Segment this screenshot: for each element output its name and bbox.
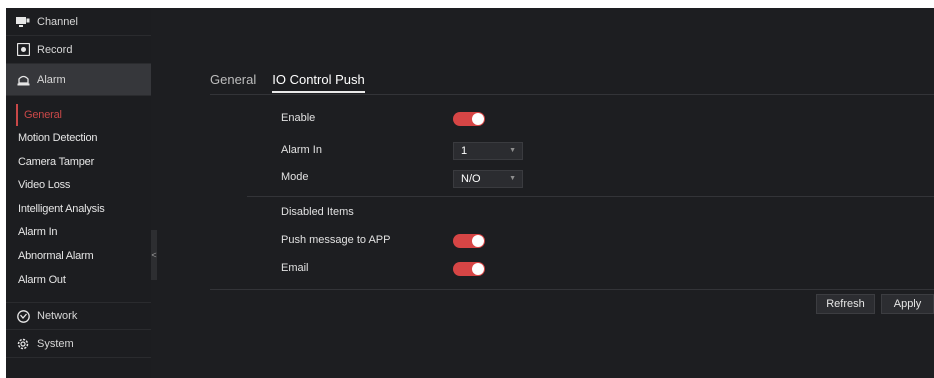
sidebar-item-label: Channel	[37, 15, 78, 28]
mode-label: Mode	[281, 171, 309, 183]
disabled-items-label: Disabled Items	[281, 206, 354, 218]
tab-bar: General IO Control Push	[210, 71, 365, 93]
sidebar-subitem-camera-tamper[interactable]: Camera Tamper	[18, 151, 151, 173]
sidebar-subitem-abnormal-alarm[interactable]: Abnormal Alarm	[18, 245, 151, 267]
alarm-in-value: 1	[461, 145, 468, 157]
network-icon	[15, 308, 31, 324]
footer-divider	[210, 289, 934, 290]
apply-button[interactable]: Apply	[881, 294, 934, 314]
sidebar-subitem-label: Camera Tamper	[18, 156, 95, 168]
sidebar-item-channel[interactable]: Channel	[6, 8, 151, 36]
tab-io-control-push[interactable]: IO Control Push	[272, 71, 365, 93]
sidebar-item-label: Alarm	[37, 73, 66, 86]
alarm-icon	[15, 72, 31, 88]
push-message-label: Push message to APP	[281, 234, 391, 246]
tab-divider	[210, 94, 934, 95]
sidebar-subitem-alarm-out[interactable]: Alarm Out	[18, 269, 151, 291]
email-toggle[interactable]	[453, 262, 485, 276]
section-divider	[247, 196, 934, 197]
chevron-left-icon: <	[151, 250, 157, 260]
sidebar-subitem-label: General	[24, 109, 62, 121]
alarm-in-select[interactable]: 1 ▼	[453, 142, 523, 160]
sidebar-item-label: Record	[37, 43, 73, 56]
tab-general[interactable]: General	[210, 71, 256, 93]
sidebar-subitem-label: Alarm Out	[18, 274, 66, 286]
sidebar-item-label: System	[37, 337, 74, 350]
sidebar-item-network[interactable]: Network	[6, 302, 151, 330]
chevron-down-icon: ▼	[509, 175, 516, 182]
sidebar-subitem-label: Abnormal Alarm	[18, 250, 94, 262]
main-panel: General IO Control Push Enable Alarm In …	[157, 8, 934, 378]
alarm-in-label: Alarm In	[281, 144, 322, 156]
mode-value: N/O	[461, 173, 481, 185]
sidebar-subitem-label: Intelligent Analysis	[18, 203, 105, 215]
refresh-button[interactable]: Refresh	[816, 294, 875, 314]
sidebar-subitem-label: Video Loss	[18, 179, 71, 191]
mode-select[interactable]: N/O ▼	[453, 170, 523, 188]
sidebar-subitem-label: Alarm In	[18, 226, 58, 238]
monitor-icon	[15, 14, 31, 30]
sidebar-subitem-label: Motion Detection	[18, 132, 98, 144]
sidebar: Channel Record Alarm General Motion Dete…	[6, 8, 151, 378]
enable-label: Enable	[281, 112, 316, 124]
chevron-down-icon: ▼	[509, 147, 516, 154]
system-gear-icon	[15, 336, 31, 352]
sidebar-item-alarm[interactable]: Alarm	[6, 64, 151, 96]
app-window: Channel Record Alarm General Motion Dete…	[6, 8, 934, 378]
sidebar-subitem-general[interactable]: General	[16, 104, 157, 126]
sidebar-item-label: Network	[37, 310, 78, 322]
enable-toggle[interactable]	[453, 112, 485, 126]
sidebar-item-system[interactable]: System	[6, 330, 151, 358]
email-label: Email	[281, 262, 309, 274]
sidebar-subitem-motion-detection[interactable]: Motion Detection	[18, 127, 151, 149]
sidebar-subitem-alarm-in[interactable]: Alarm In	[18, 221, 151, 243]
sidebar-subitem-video-loss[interactable]: Video Loss	[18, 174, 151, 196]
sidebar-subitem-intelligent-analysis[interactable]: Intelligent Analysis	[18, 198, 151, 220]
record-icon	[15, 42, 31, 58]
sidebar-item-record[interactable]: Record	[6, 36, 151, 64]
push-message-toggle[interactable]	[453, 234, 485, 248]
